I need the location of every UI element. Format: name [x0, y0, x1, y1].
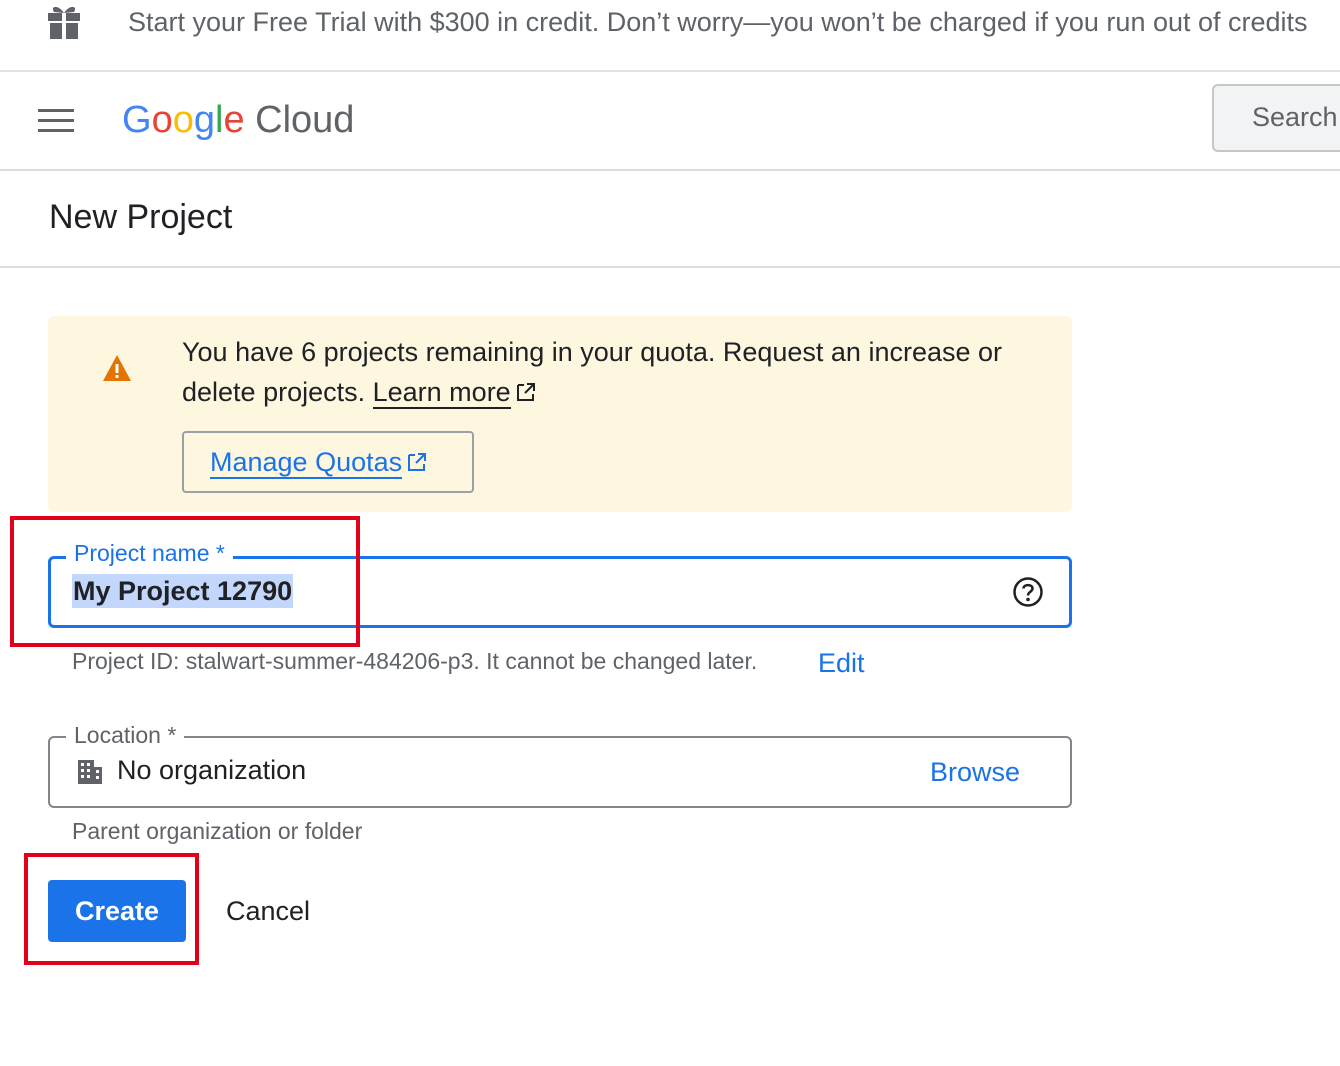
promo-text: Start your Free Trial with $300 in credi… [128, 7, 1308, 37]
cancel-button[interactable]: Cancel [226, 896, 310, 927]
location-value: No organization [117, 755, 307, 785]
project-id-text: Project ID: stalwart-summer-484206-p3. I… [72, 648, 758, 674]
external-link-icon [408, 453, 427, 471]
gift-icon [48, 6, 80, 39]
manage-quotas-label: Manage Quotas [210, 447, 403, 479]
location-label: Location * [66, 722, 185, 749]
manage-quotas-button[interactable]: Manage Quotas [182, 431, 474, 493]
browse-button[interactable]: Browse [930, 757, 1020, 788]
edit-project-id-button[interactable]: Edit [818, 648, 865, 679]
warning-icon [103, 355, 131, 381]
learn-more-link[interactable]: Learn more [372, 377, 511, 409]
title-bar: New Project [0, 170, 1340, 268]
search-button[interactable]: Search [1212, 84, 1340, 152]
highlight-box-create [24, 853, 199, 965]
warning-text: You have 6 projects remaining in your qu… [182, 337, 1003, 407]
building-icon [78, 760, 102, 784]
location-hint: Parent organization or folder [72, 818, 363, 844]
highlight-box-project-name [10, 516, 360, 647]
external-link-icon [516, 383, 535, 401]
top-header: Google Cloud Search [0, 72, 1340, 171]
warning-message: You have 6 projects remaining in your qu… [182, 332, 1052, 412]
help-icon[interactable] [1012, 576, 1044, 608]
promo-banner: Start your Free Trial with $300 in credi… [0, 0, 1340, 72]
quota-warning: You have 6 projects remaining in your qu… [48, 316, 1072, 512]
page-title: New Project [49, 198, 233, 236]
google-cloud-logo[interactable]: Google Cloud [122, 98, 354, 142]
menu-icon[interactable] [36, 104, 76, 136]
